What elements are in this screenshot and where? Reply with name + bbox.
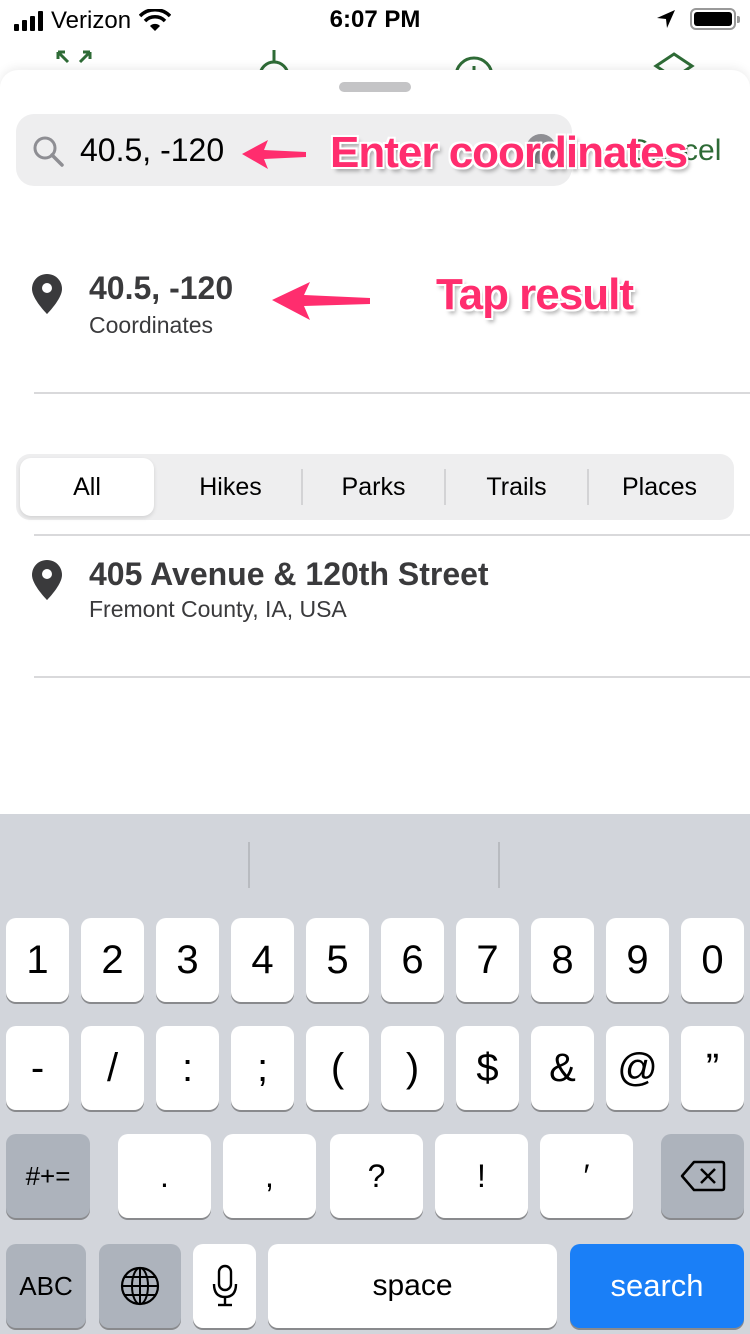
key[interactable]: @ [606,1026,669,1110]
divider [34,392,750,394]
space-key[interactable]: space [268,1244,557,1328]
search-icon [33,136,64,167]
location-arrow-icon [657,10,675,28]
key[interactable]: / [81,1026,144,1110]
key[interactable]: 7 [456,918,519,1002]
map-pin-icon [32,274,62,314]
globe-icon [120,1266,160,1306]
key[interactable]: . [118,1134,211,1218]
key[interactable]: 6 [381,918,444,1002]
annotation-arrow-icon [272,282,370,320]
key[interactable]: - [6,1026,69,1110]
result-subtitle: Coordinates [89,312,214,338]
filter-tab-all[interactable]: All [20,458,154,516]
key[interactable]: 9 [606,918,669,1002]
key[interactable]: ( [306,1026,369,1110]
key[interactable]: 0 [681,918,744,1002]
prediction-separator [498,842,500,888]
sheet-grabber[interactable] [339,82,411,92]
backspace-icon [680,1160,725,1192]
globe-key[interactable] [99,1244,181,1328]
search-sheet: Cancel Enter coordinates 40.5, -120 Coor… [0,70,750,830]
battery-icon [690,8,740,30]
key[interactable]: ′ [540,1134,633,1218]
key[interactable]: ! [435,1134,528,1218]
status-bar: Verizon 6:07 PM [0,0,750,40]
annotation-enter-coordinates: Enter coordinates [330,128,688,177]
key[interactable]: 3 [156,918,219,1002]
more-symbols-key[interactable]: #+= [6,1134,90,1218]
key[interactable]: ; [231,1026,294,1110]
backspace-key[interactable] [661,1134,744,1218]
annotation-tap-result: Tap result [436,270,634,319]
abc-key[interactable]: ABC [6,1244,86,1328]
key[interactable]: 1 [6,918,69,1002]
key[interactable]: $ [456,1026,519,1110]
prediction-separator [248,842,250,888]
annotation-arrow-icon [242,140,306,169]
key[interactable]: & [531,1026,594,1110]
category-filter: All Hikes Parks Trails Places [16,454,734,520]
clock: 6:07 PM [329,6,421,33]
key[interactable]: , [223,1134,316,1218]
result-title: 405 Avenue & 120th Street [89,556,489,592]
key[interactable]: 5 [306,918,369,1002]
key[interactable]: 4 [231,918,294,1002]
filter-tab-parks[interactable]: Parks [303,458,444,516]
keyboard: 1234567890 - /:;() $ & @” #+= .,?! ′ ABC spac… [0,814,750,1334]
key[interactable]: ) [381,1026,444,1110]
key[interactable]: : [156,1026,219,1110]
key[interactable]: ? [330,1134,423,1218]
filter-tab-trails[interactable]: Trails [446,458,587,516]
dictation-key[interactable] [193,1244,256,1328]
result-subtitle: Fremont County, IA, USA [89,596,347,622]
divider [34,676,750,678]
microphone-icon [212,1264,237,1307]
key[interactable]: 2 [81,918,144,1002]
key[interactable]: 8 [531,918,594,1002]
key[interactable]: ” [681,1026,744,1110]
coordinate-result[interactable]: 40.5, -120 Coordinates [0,246,750,386]
map-pin-icon [32,560,62,600]
filter-tab-hikes[interactable]: Hikes [160,458,301,516]
result-title: 40.5, -120 [89,270,234,306]
search-key[interactable]: search [570,1244,744,1328]
filter-tab-places[interactable]: Places [589,458,730,516]
list-item[interactable]: 405 Avenue & 120th Street Fremont County… [0,536,750,676]
